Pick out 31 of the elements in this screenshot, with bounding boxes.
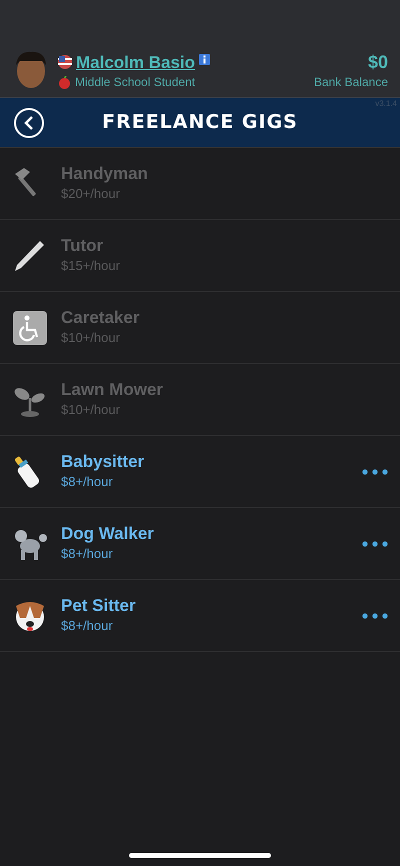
gig-title: Pet Sitter — [61, 595, 137, 616]
gig-title: Lawn Mower — [61, 379, 164, 400]
gig-row[interactable]: Pet Sitter $8+/hour — [0, 580, 400, 652]
gig-rate: $10+/hour — [61, 401, 121, 420]
page-title: FREELANCE GIGS — [102, 110, 298, 136]
gig-rate: $15+/hour — [61, 257, 121, 276]
gig-rate: $20+/hour — [61, 185, 121, 204]
flag-icon — [58, 55, 72, 70]
profile-name-link[interactable]: Malcolm Basio — [76, 52, 196, 73]
gig-row[interactable]: Babysitter $8+/hour — [0, 436, 400, 508]
balance-amount: $0 — [368, 50, 388, 73]
more-icon[interactable] — [362, 468, 388, 474]
gig-rate: $10+/hour — [61, 329, 121, 348]
gig-title: Tutor — [61, 235, 104, 256]
apple-icon — [58, 76, 71, 88]
wheelchair-icon — [12, 310, 48, 346]
gig-row[interactable]: Dog Walker $8+/hour — [0, 508, 400, 580]
more-icon[interactable] — [362, 612, 388, 618]
status-text: Middle School Student — [75, 74, 196, 91]
back-button[interactable] — [14, 108, 44, 138]
more-icon[interactable] — [362, 540, 388, 546]
gig-title: Babysitter — [61, 451, 146, 472]
gig-rate: $8+/hour — [61, 545, 114, 564]
gig-rate: $8+/hour — [61, 473, 114, 492]
chevron-left-icon — [24, 116, 34, 130]
gig-title: Dog Walker — [61, 523, 155, 544]
gig-rate: $8+/hour — [61, 617, 114, 636]
gig-title: Caretaker — [61, 307, 140, 328]
gig-title: Handyman — [61, 163, 149, 184]
info-icon[interactable] — [199, 54, 210, 65]
balance-label: Bank Balance — [314, 74, 388, 91]
